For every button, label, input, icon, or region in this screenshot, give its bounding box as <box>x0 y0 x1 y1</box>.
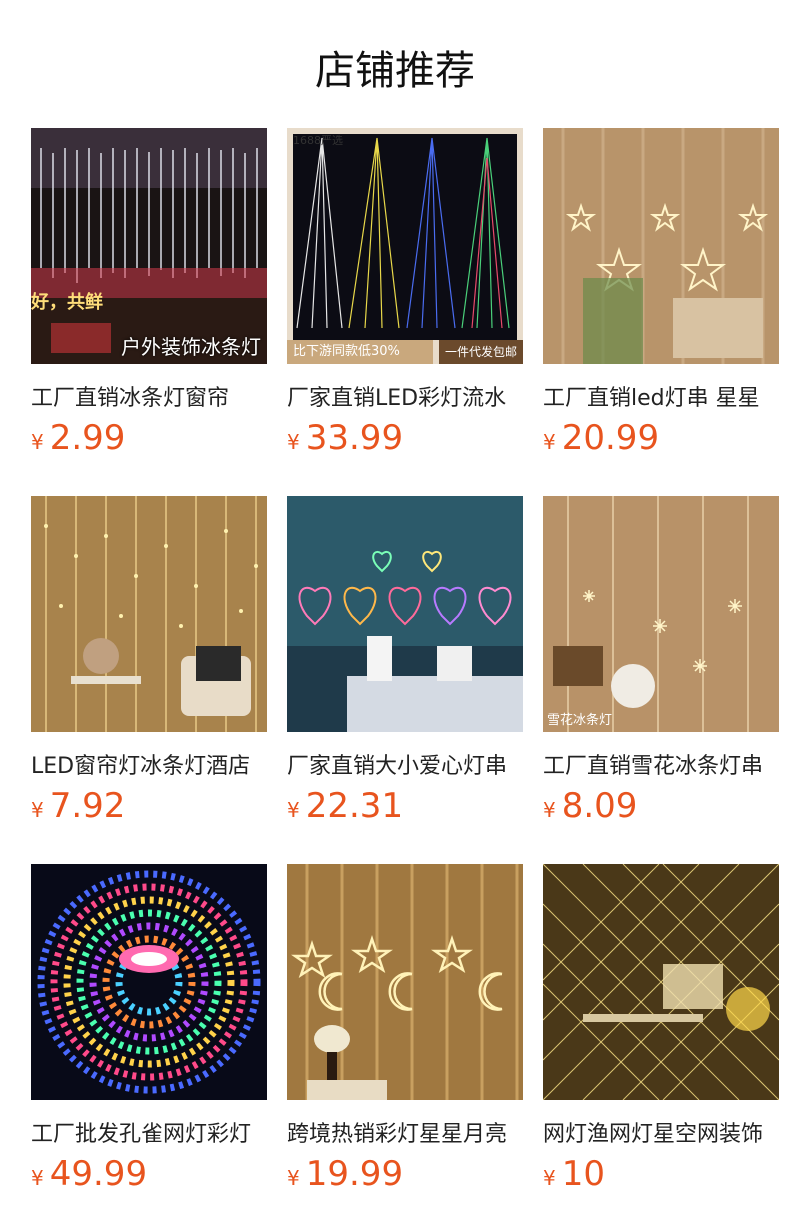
currency-symbol: ¥ <box>543 798 556 822</box>
product-name[interactable]: 工厂直销雪花冰条灯串 <box>543 748 779 778</box>
net-lights-image[interactable] <box>543 864 779 1100</box>
currency-symbol: ¥ <box>287 798 300 822</box>
product-name[interactable]: 工厂直销led灯串 星星 <box>543 380 779 410</box>
currency-symbol: ¥ <box>31 798 44 822</box>
product-price: ¥10 <box>543 1154 605 1194</box>
discount-badge: 比下游同款低30% <box>287 340 433 364</box>
price-value: 7.92 <box>49 786 126 826</box>
image-overlay-text: 雪花冰条灯 <box>547 713 613 728</box>
price-value: 49.99 <box>49 1154 148 1194</box>
product-price: ¥20.99 <box>543 418 659 458</box>
product-name[interactable]: 工厂批发孔雀网灯彩灯 <box>31 1116 267 1146</box>
currency-symbol: ¥ <box>543 430 556 454</box>
price-value: 8.09 <box>561 786 638 826</box>
currency-symbol: ¥ <box>543 1166 556 1190</box>
icicle-lights-image[interactable]: 好，共鲜 户外装饰冰条灯 <box>31 128 267 364</box>
product-name[interactable]: 厂家直销大小爱心灯串 <box>287 748 523 778</box>
product-name[interactable]: 网灯渔网灯星空网装饰 <box>543 1116 779 1146</box>
product-price: ¥19.99 <box>287 1154 403 1194</box>
image-overlay-text: 好，共鲜 <box>31 292 103 313</box>
snowflake-lights-image[interactable]: 雪花冰条灯 <box>543 496 779 732</box>
page-title: 店铺推荐 <box>315 48 475 94</box>
price-value: 33.99 <box>305 418 404 458</box>
product-name[interactable]: LED窗帘灯冰条灯酒店 <box>31 748 267 778</box>
image-overlay-text: 户外装饰冰条灯 <box>121 335 261 359</box>
product-name[interactable]: 厂家直销LED彩灯流水 <box>287 380 523 410</box>
curtain-lights-image[interactable] <box>31 496 267 732</box>
price-value: 19.99 <box>305 1154 404 1194</box>
currency-symbol: ¥ <box>287 430 300 454</box>
product-name[interactable]: 跨境热销彩灯星星月亮 <box>287 1116 523 1146</box>
shipping-badge: 一件代发包邮 <box>438 340 523 364</box>
product-price: ¥49.99 <box>31 1154 147 1194</box>
currency-symbol: ¥ <box>31 1166 44 1190</box>
product-price: ¥33.99 <box>287 418 403 458</box>
badge-1688: 1688严选 <box>293 134 343 147</box>
star-curtain-image[interactable] <box>543 128 779 364</box>
price-value: 20.99 <box>561 418 660 458</box>
price-value: 10 <box>561 1154 605 1194</box>
currency-symbol: ¥ <box>287 1166 300 1190</box>
heart-lights-image[interactable] <box>287 496 523 732</box>
product-price: ¥2.99 <box>31 418 125 458</box>
peacock-net-lights-image[interactable] <box>31 864 267 1100</box>
product-price: ¥22.31 <box>287 786 403 826</box>
price-value: 2.99 <box>49 418 126 458</box>
price-value: 22.31 <box>305 786 404 826</box>
product-price: ¥7.92 <box>31 786 125 826</box>
product-name[interactable]: 工厂直销冰条灯窗帘 <box>31 380 267 410</box>
currency-symbol: ¥ <box>31 430 44 454</box>
product-price: ¥8.09 <box>543 786 637 826</box>
star-moon-lights-image[interactable] <box>287 864 523 1100</box>
waterfall-lights-image[interactable]: 1688严选 比下游同款低30% 一件代发包邮 <box>287 128 523 364</box>
